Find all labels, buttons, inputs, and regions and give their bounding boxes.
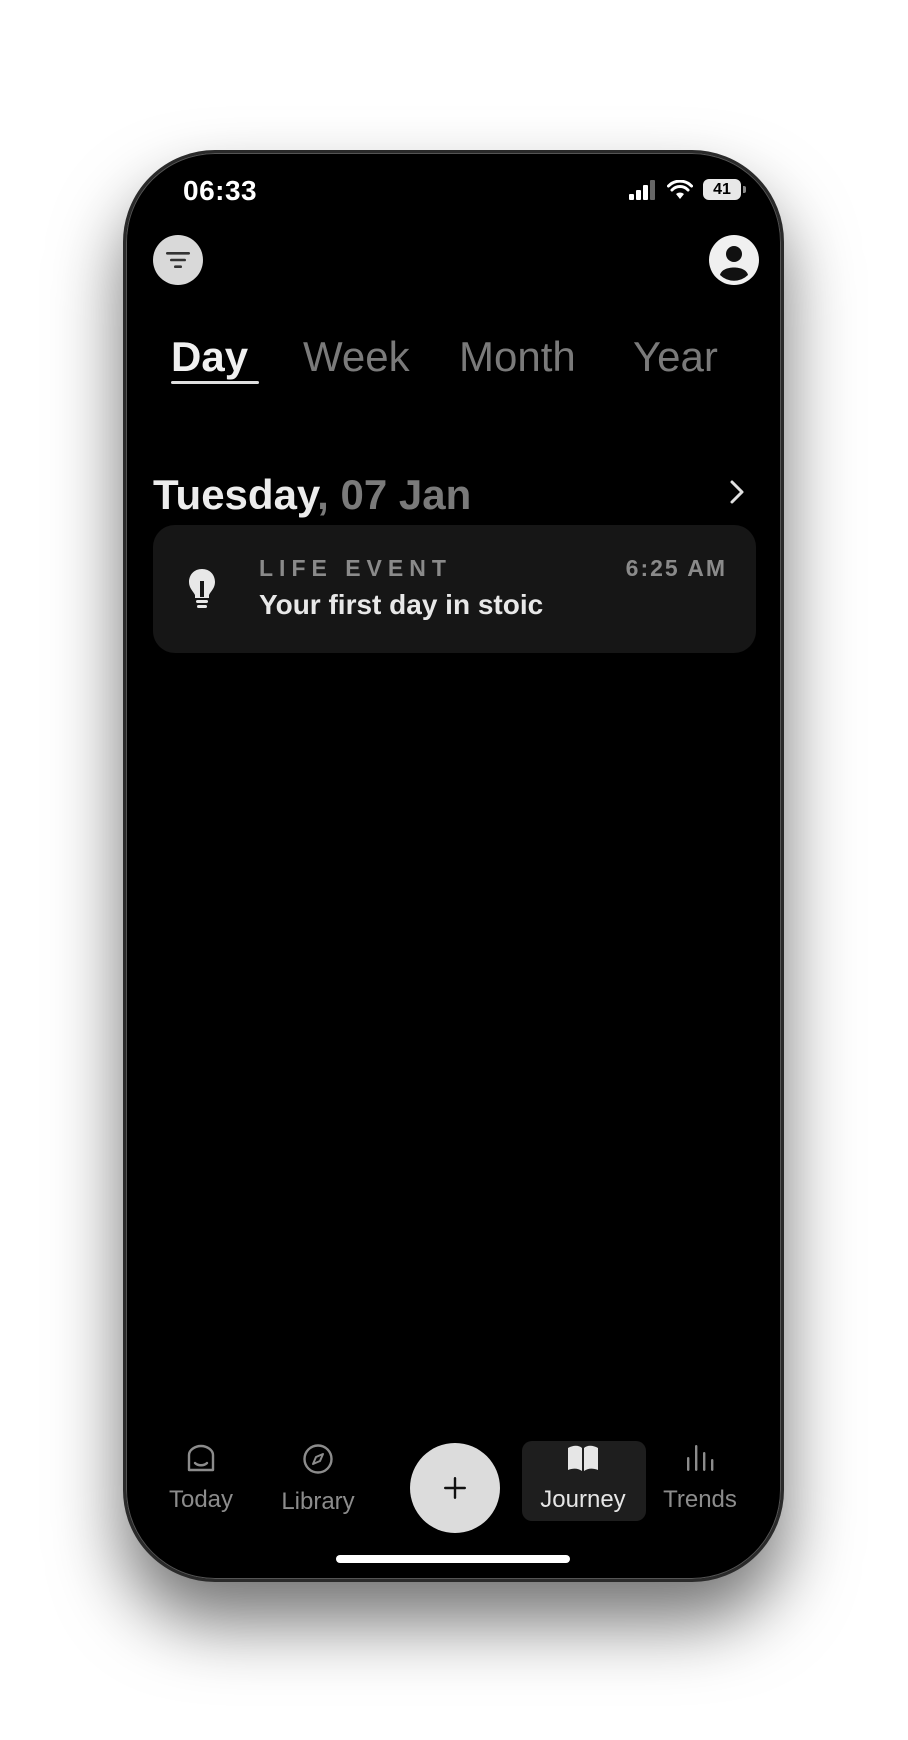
lightbulb-icon xyxy=(189,569,215,608)
nav-journey-label: Journey xyxy=(540,1486,626,1513)
period-tabs: Day Week Month Year xyxy=(171,333,751,393)
add-entry-button[interactable] xyxy=(410,1443,500,1533)
home-icon xyxy=(187,1444,215,1472)
entry-card[interactable]: LIFE EVENT 6:25 AM Your first day in sto… xyxy=(153,525,756,653)
date-heading: Tuesday, 07 Jan xyxy=(153,471,471,519)
profile-button[interactable] xyxy=(709,235,759,285)
tab-day-label: Day xyxy=(171,333,249,380)
wifi-icon xyxy=(667,179,693,199)
nav-library-label: Library xyxy=(281,1488,355,1515)
entry-time: 6:25 AM xyxy=(625,555,727,581)
compass-icon xyxy=(303,1444,333,1474)
plus-icon xyxy=(444,1477,466,1499)
tab-underline xyxy=(171,381,259,384)
nav-journey[interactable]: Journey xyxy=(528,1443,638,1514)
nav-today-label: Today xyxy=(168,1486,234,1513)
date-weekday: Tuesday xyxy=(153,471,318,518)
date-day: , 07 Jan xyxy=(317,471,472,518)
home-indicator[interactable] xyxy=(336,1555,570,1563)
nav-library[interactable]: Library xyxy=(263,1443,373,1516)
nav-trends[interactable]: Trends xyxy=(645,1443,755,1514)
battery-indicator: 41 xyxy=(703,179,746,200)
status-icons: 41 xyxy=(629,179,746,200)
tab-day[interactable]: Day xyxy=(171,333,259,384)
status-time: 06:33 xyxy=(183,175,258,206)
avatar-icon xyxy=(710,236,758,284)
filter-button[interactable] xyxy=(153,235,203,285)
tab-week[interactable]: Week xyxy=(303,333,410,381)
tab-month[interactable]: Month xyxy=(459,333,576,381)
book-icon xyxy=(568,1445,598,1471)
phone-screen: 06:33 41 Day Week Month Year Tuesday, 07… xyxy=(123,150,784,1582)
chevron-right-icon[interactable] xyxy=(728,478,746,506)
bars-icon xyxy=(687,1445,714,1471)
signal-icon xyxy=(629,179,655,200)
entry-title: Your first day in stoic xyxy=(259,589,544,620)
nav-today[interactable]: Today xyxy=(146,1443,256,1514)
tab-year[interactable]: Year xyxy=(633,333,718,381)
filter-icon xyxy=(166,252,190,268)
entry-category: LIFE EVENT xyxy=(259,555,452,581)
nav-trends-label: Trends xyxy=(663,1486,737,1513)
